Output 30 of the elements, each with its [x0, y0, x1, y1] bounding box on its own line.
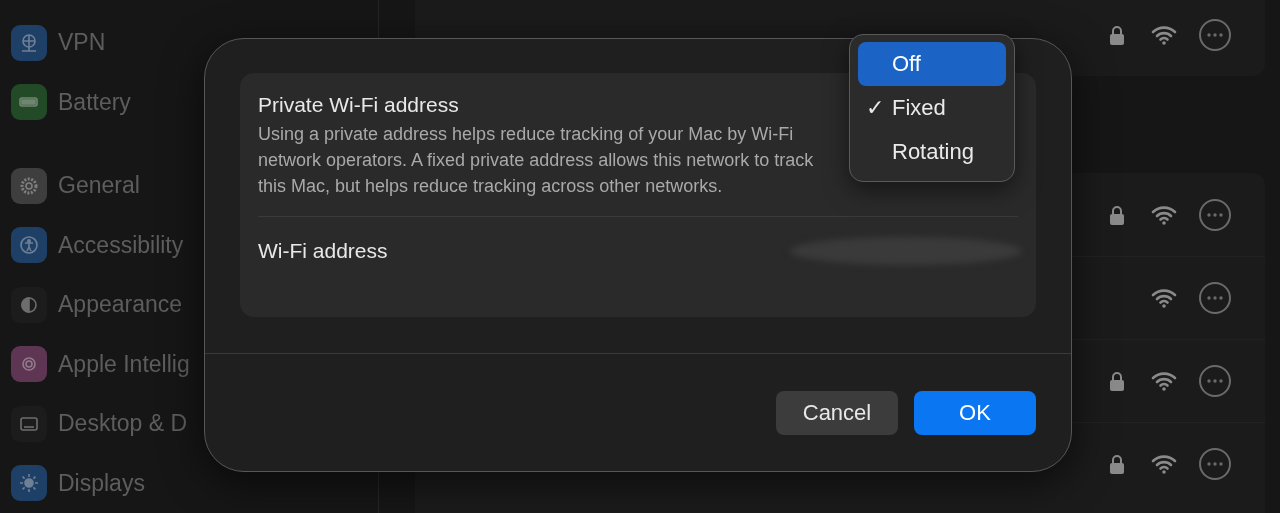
- more-button[interactable]: [1199, 198, 1231, 231]
- setting-description: Using a private address helps reduce tracking of your Mac by Wi-Fi network operators. A fixed private address allows this network to track this Mac, but helps reduce tracking across other networks.: [258, 123, 815, 198]
- wifi-icon: [1151, 288, 1177, 308]
- sidebar-item[interactable]: General: [58, 172, 140, 200]
- wifi-icon: [1151, 454, 1177, 474]
- sidebar-item[interactable]: VPN: [58, 29, 106, 57]
- menu-item[interactable]: Off: [858, 42, 1006, 86]
- sidebar-item[interactable]: Desktop & D: [58, 410, 188, 438]
- sidebar-item[interactable]: Accessibility: [58, 231, 184, 259]
- wifi-icon: [1151, 371, 1177, 391]
- lock-icon: [1109, 204, 1125, 225]
- wifi-icon: [1151, 204, 1177, 225]
- menu-item[interactable]: Rotating: [858, 130, 1006, 174]
- setting-title: Private Wi-Fi address: [258, 93, 459, 116]
- menu-item[interactable]: ✓ Fixed: [858, 86, 1006, 130]
- lock-icon: [1109, 25, 1125, 45]
- lock-icon: [1109, 371, 1125, 391]
- ok-button[interactable]: OK: [914, 390, 1036, 435]
- sidebar-item[interactable]: Apple Intellig: [58, 350, 190, 378]
- more-button[interactable]: [1199, 19, 1231, 51]
- cancel-button[interactable]: Cancel: [776, 390, 898, 435]
- sidebar-item[interactable]: Appearance: [58, 291, 183, 319]
- lock-icon: [1109, 454, 1125, 474]
- more-button[interactable]: [1199, 365, 1231, 397]
- setting-label: Wi-Fi address: [258, 239, 388, 263]
- more-button[interactable]: [1199, 448, 1231, 480]
- sidebar-item[interactable]: Battery: [58, 88, 131, 116]
- wifi-icon: [1151, 25, 1177, 45]
- more-button[interactable]: [1199, 282, 1231, 314]
- sidebar-item[interactable]: Displays: [58, 469, 145, 497]
